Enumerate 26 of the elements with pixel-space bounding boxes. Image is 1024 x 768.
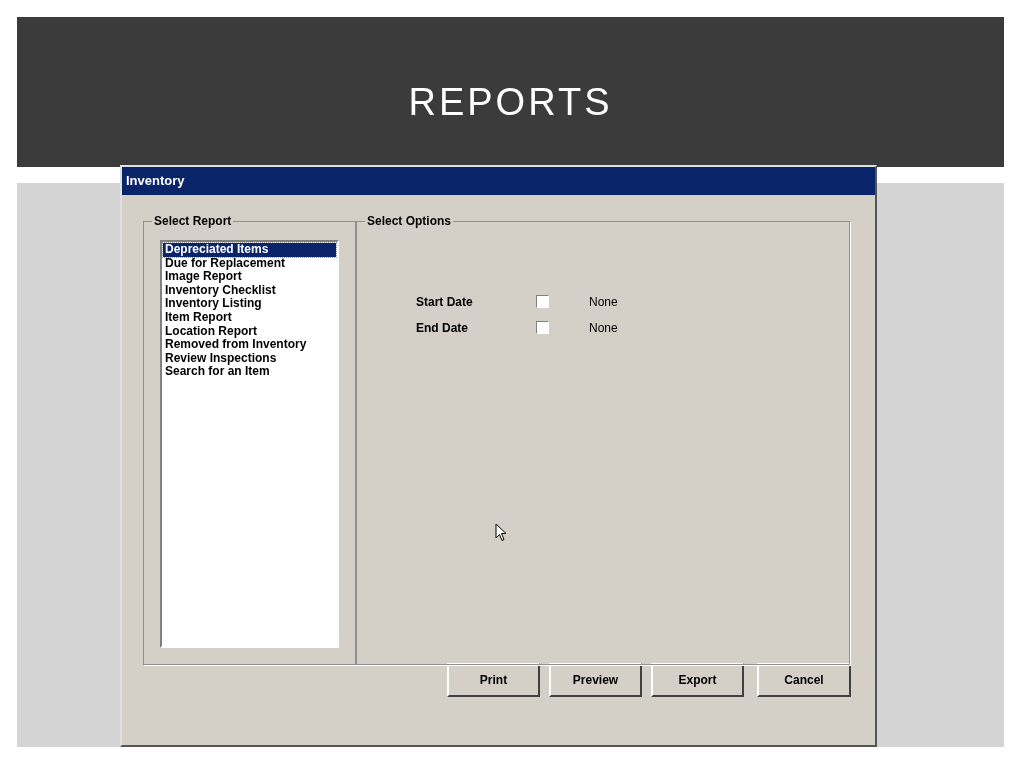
list-item[interactable]: Inventory Checklist: [163, 283, 336, 298]
mouse-pointer-icon: [495, 523, 507, 542]
list-item[interactable]: Image Report: [163, 270, 336, 284]
list-item[interactable]: Inventory Listing: [163, 297, 336, 311]
list-item[interactable]: Removed from Inventory: [163, 338, 336, 352]
dialog-button[interactable]: Export: [651, 663, 744, 697]
list-item[interactable]: Search for an Item: [163, 365, 336, 379]
option-label: Start Date: [416, 293, 474, 311]
option-checkbox[interactable]: [536, 295, 549, 308]
report-list[interactable]: Depreciated Items Due for Replacement Image Report Inventory Checklist Inventory Listing Item Report Location Report Removed from Inventory Review Inspections Search for an Item: [160, 240, 339, 648]
group-label: Select Options: [365, 214, 454, 228]
list-item[interactable]: Depreciated Items: [163, 243, 336, 257]
option-checkbox[interactable]: [536, 321, 549, 334]
group-label: Select Report: [152, 214, 234, 228]
option-label: End Date: [416, 319, 469, 337]
option-value: None: [589, 319, 618, 337]
list-item[interactable]: Review Inspections: [163, 351, 336, 366]
window-title: Inventory: [126, 172, 185, 191]
dialog-button[interactable]: Print: [447, 663, 540, 697]
list-item[interactable]: Item Report: [163, 310, 336, 325]
slide-title: REPORTS: [408, 79, 613, 125]
option-value: None: [589, 293, 618, 311]
list-item[interactable]: Location Report: [163, 324, 336, 339]
list-item[interactable]: Due for Replacement: [163, 256, 336, 271]
dialog-button[interactable]: Cancel: [757, 663, 851, 697]
dialog-button[interactable]: Preview: [549, 663, 642, 697]
